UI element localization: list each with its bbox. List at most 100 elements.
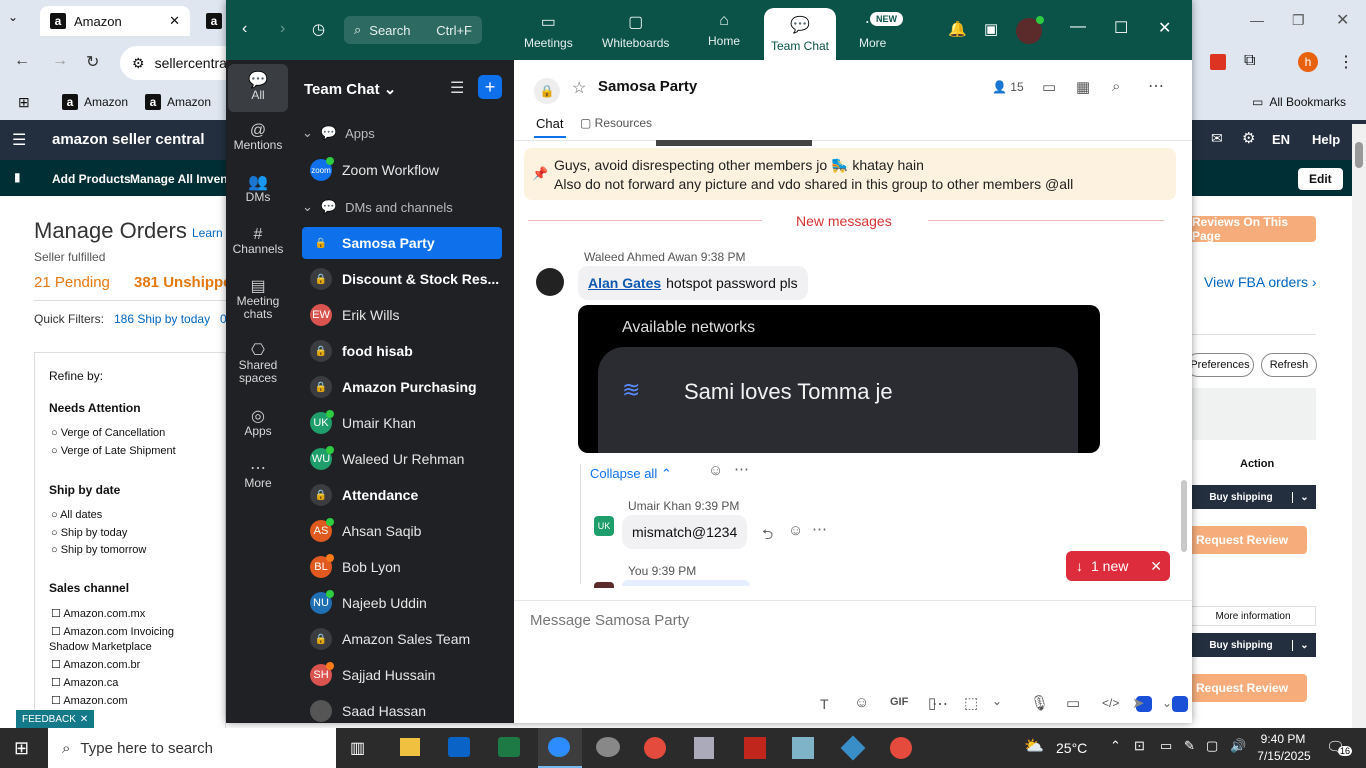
list-item-zoom-workflow[interactable]: zoom Zoom Workflow (302, 154, 502, 186)
more-options-icon[interactable]: ⋯ (932, 694, 948, 714)
list-item[interactable]: SH Sajjad Hussain (302, 659, 502, 691)
close-window-icon[interactable]: ✕ (1336, 10, 1349, 30)
nav-whiteboards[interactable]: ▢ Whiteboards (602, 12, 669, 50)
list-item[interactable]: 🔒 Attendance (302, 479, 502, 511)
list-item[interactable]: Saad Hassan (302, 695, 502, 727)
profile-avatar[interactable]: h (1298, 52, 1318, 72)
collapse-all[interactable]: Collapse all ⌃ (590, 466, 672, 482)
channel-title[interactable]: Samosa Party (598, 78, 697, 95)
more-icon[interactable]: ⋯ (812, 520, 827, 538)
more-icon[interactable]: ⋯ (734, 460, 749, 478)
minimize-icon[interactable]: — (1250, 12, 1264, 28)
close-icon[interactable]: ✕ (1158, 18, 1171, 38)
refresh-button[interactable]: Refresh (1261, 353, 1317, 377)
avatar[interactable] (594, 582, 614, 588)
nav-home[interactable]: ⌂ Home (708, 12, 740, 48)
app-icon[interactable] (840, 735, 866, 761)
list-item[interactable]: AS Ahsan Saqib (302, 515, 502, 547)
list-item[interactable]: UK Umair Khan (302, 407, 502, 439)
calendar-icon[interactable]: ▣ (984, 20, 998, 38)
close-icon[interactable]: ✕ (1150, 558, 1170, 575)
fba-link[interactable]: View FBA orders › (1204, 274, 1317, 290)
maximize-icon[interactable]: ☐ (1114, 18, 1128, 38)
checkbox-mx[interactable]: ☐ Amazon.com.mx (51, 607, 145, 620)
history-icon[interactable]: ◷ (312, 20, 325, 38)
reload-icon[interactable]: ↻ (86, 52, 99, 72)
amazon-favicon[interactable]: a (206, 13, 222, 29)
bookmark-item[interactable]: a Amazon (62, 94, 128, 110)
app-icon[interactable] (792, 737, 814, 759)
back-icon[interactable]: ‹ (242, 20, 247, 38)
app-icon[interactable] (1172, 696, 1188, 712)
radio-all-dates[interactable]: ○ All dates (51, 509, 102, 521)
shared-image[interactable]: Available networks ≋ Sami loves Tomma je (578, 305, 1100, 453)
tab-resources[interactable]: ▢ Resources (580, 116, 652, 130)
taskbar-search[interactable]: ⌕ Type here to search (48, 728, 336, 768)
request-review-button[interactable]: Request Review (1190, 526, 1307, 554)
tab-list-icon[interactable]: ⌄ (8, 10, 18, 24)
radio-verge-late[interactable]: ○ Verge of Late Shipment (51, 445, 176, 457)
rail-apps[interactable]: ◎ Apps (226, 409, 290, 438)
radio-ship-today[interactable]: ○ Ship by today (51, 527, 127, 539)
message-bubble[interactable]: mismatch@1234 (622, 515, 748, 549)
chrome-icon[interactable] (644, 737, 666, 759)
checkbox-br[interactable]: ☐ Amazon.com.br (51, 658, 140, 671)
star-icon[interactable]: ☆ (572, 78, 586, 98)
clock-time[interactable]: 9:40 PM (1258, 732, 1308, 746)
screenshot-icon[interactable]: ⬚ (964, 694, 978, 712)
reviews-button[interactable]: Reviews On This Page (1190, 215, 1316, 243)
close-icon[interactable]: ✕ (169, 13, 180, 29)
site-info-icon[interactable]: ⚙ (132, 55, 145, 72)
checkbox-ca[interactable]: ☐ Amazon.ca (51, 676, 118, 689)
settings-icon[interactable]: ⚙ (1242, 129, 1255, 147)
members-count[interactable]: 👤 15 (992, 80, 1024, 94)
extensions-icon[interactable]: ⧉ (1244, 52, 1255, 70)
list-item[interactable]: BL Bob Lyon (302, 551, 502, 583)
tray-icon[interactable]: ⊡ (1134, 738, 1145, 754)
send-icon[interactable]: ➤ (1132, 694, 1145, 712)
task-view-icon[interactable]: ▥ (350, 738, 365, 758)
tab-chat[interactable]: Chat (536, 116, 563, 131)
chevron-down-icon[interactable]: ⌄ (992, 694, 1002, 708)
search-icon[interactable]: ⌕ (1112, 78, 1120, 95)
code-icon[interactable]: </> (1102, 696, 1119, 710)
message-bubble[interactable] (622, 580, 750, 586)
search-input[interactable]: ⌕ Search Ctrl+F (344, 16, 482, 44)
network-icon[interactable]: ▢ (1206, 738, 1218, 754)
amazon-logo[interactable]: amazon seller central (52, 131, 205, 148)
volume-icon[interactable]: 🔊 (1230, 738, 1246, 754)
list-item[interactable]: 🔒 Amazon Sales Team (302, 623, 502, 655)
chevron-down-icon[interactable]: ⌄ (1292, 639, 1316, 651)
rail-mentions[interactable]: @ Mentions (226, 123, 290, 152)
preferences-button[interactable]: Preferences (1186, 353, 1254, 377)
rail-dms[interactable]: 👥 DMs (226, 175, 290, 204)
nav-team-chat[interactable]: 💬 Team Chat (764, 8, 836, 60)
file-explorer-icon[interactable] (400, 738, 420, 756)
clock-date[interactable]: 7/15/2025 (1252, 749, 1316, 763)
request-review-button[interactable]: Request Review (1190, 674, 1307, 702)
add-button[interactable]: + (478, 75, 502, 99)
temperature[interactable]: 25°C (1056, 740, 1087, 756)
pdf-extension-icon[interactable] (1210, 54, 1226, 70)
weather-icon[interactable]: ⛅ (1024, 736, 1044, 756)
emoji-react-icon[interactable]: ☺ (708, 462, 723, 479)
quick-filter-ship-today[interactable]: 186 Ship by today (114, 312, 210, 326)
microphone-icon[interactable]: 🎙 (1030, 694, 1049, 712)
chat-scrollbar[interactable] (1178, 140, 1192, 588)
section-dms[interactable]: ⌄ 💬 DMs and channels (302, 196, 453, 218)
more-icon[interactable]: ⋯ (1148, 76, 1164, 96)
list-item[interactable]: 🔒 Amazon Purchasing (302, 371, 502, 403)
mail-icon[interactable]: ✉ (1211, 130, 1223, 147)
pinned-message[interactable]: 📌 Guys, avoid disrespecting other member… (524, 148, 1176, 200)
nav-meetings[interactable]: ▭ Meetings (524, 12, 573, 50)
bookmark-item[interactable]: a Amazon (145, 94, 211, 110)
forward-icon[interactable]: › (280, 20, 285, 38)
help-link[interactable]: Help (1312, 132, 1340, 147)
windows-start-icon[interactable]: ⊞ (14, 738, 29, 759)
list-item[interactable]: NU Najeeb Uddin (302, 587, 502, 619)
video-message-icon[interactable]: ▭ (1066, 694, 1080, 712)
rail-shared-spaces[interactable]: ⎔ Shared spaces (226, 343, 290, 385)
rail-all[interactable]: 💬 All (228, 64, 288, 112)
avatar[interactable]: UK (594, 516, 614, 536)
video-icon[interactable]: ▭ (1042, 78, 1056, 96)
